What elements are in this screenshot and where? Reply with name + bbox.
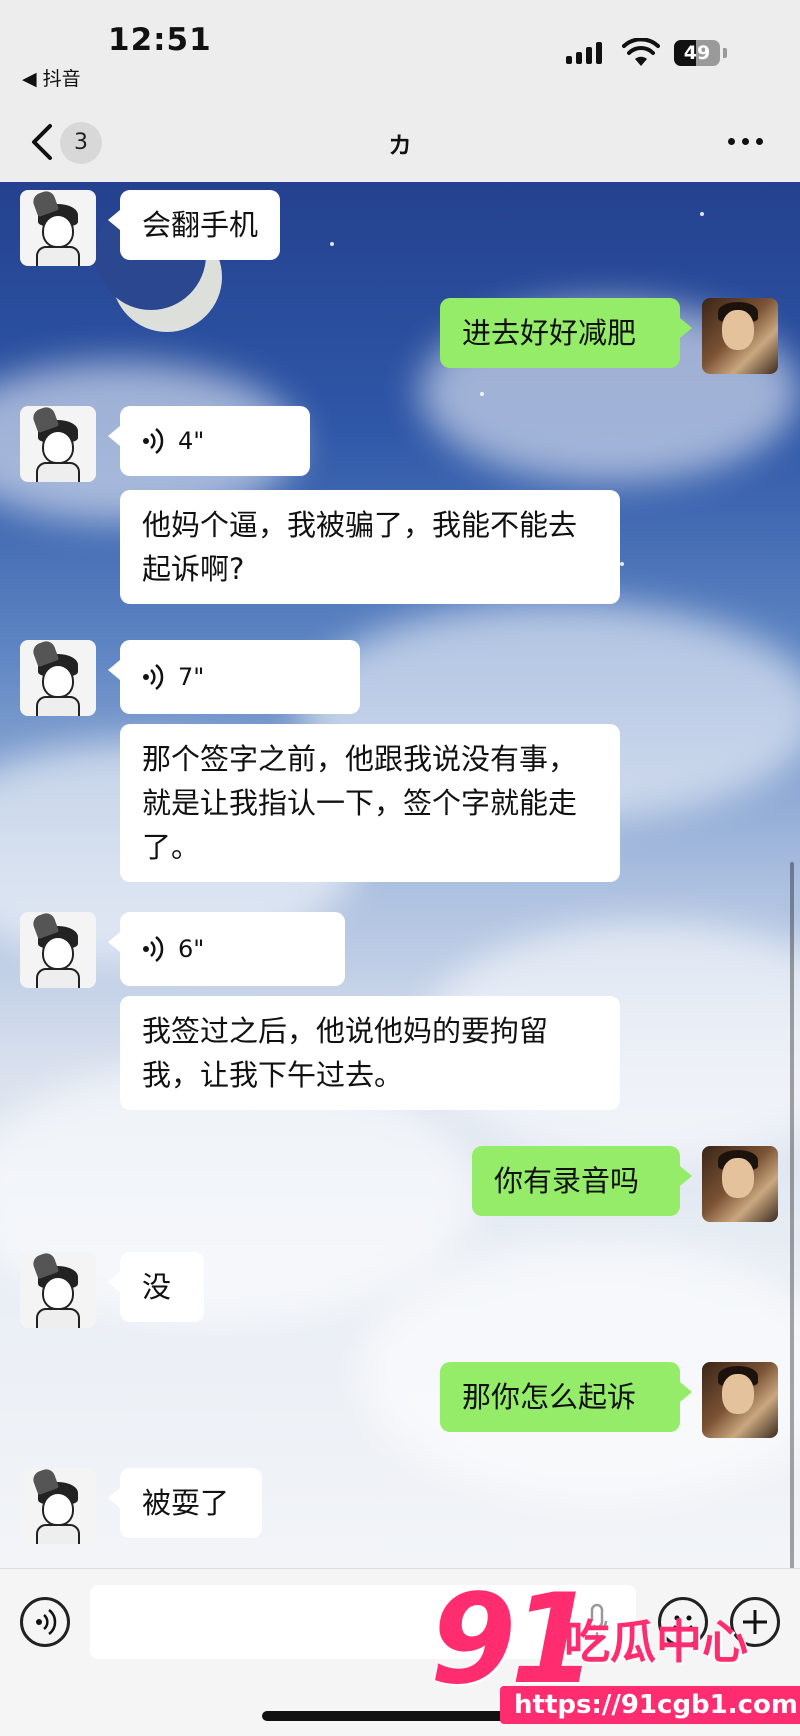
voice-mode-icon xyxy=(36,1609,57,1635)
voice-duration: 6" xyxy=(178,935,205,963)
message-bubble[interactable]: 我签过之后，他说他妈的要拘留我，让我下午过去。 xyxy=(120,996,620,1110)
watermark-url: https://91cgb1.com xyxy=(500,1686,800,1724)
status-bar: 12:51 ◀ 抖音 49 xyxy=(0,0,800,100)
voice-message[interactable]: 6" xyxy=(120,912,345,986)
battery-tip xyxy=(723,48,727,58)
self-avatar[interactable] xyxy=(702,1146,778,1222)
contact-avatar[interactable] xyxy=(20,1252,96,1328)
message-bubble[interactable]: 那个签字之前，他跟我说没有事，就是让我指认一下，签个字就能走了。 xyxy=(120,724,620,882)
more-options-icon[interactable] xyxy=(728,138,768,148)
message-bubble[interactable]: 被耍了 xyxy=(120,1468,262,1538)
battery-icon: 49 xyxy=(674,40,720,66)
voice-input-button[interactable] xyxy=(20,1597,70,1647)
watermark-text: 吃瓜中心 xyxy=(564,1615,748,1669)
chat-header: 3 カ xyxy=(0,100,800,182)
message-bubble-self[interactable]: 那你怎么起诉 xyxy=(440,1362,680,1432)
battery-level: 49 xyxy=(683,42,711,64)
voice-message[interactable]: 7" xyxy=(120,640,360,714)
message-bubble[interactable]: 他妈个逼，我被骗了，我能不能去起诉啊? xyxy=(120,490,620,604)
voice-wave-icon xyxy=(143,664,164,690)
message-bubble-self[interactable]: 你有录音吗 xyxy=(472,1146,680,1216)
cellular-signal-icon xyxy=(566,42,610,64)
contact-avatar[interactable] xyxy=(20,406,96,482)
message-bubble-self[interactable]: 进去好好减肥 xyxy=(440,298,680,368)
voice-duration: 4" xyxy=(178,427,205,455)
chat-scrollbar[interactable] xyxy=(790,862,794,1568)
voice-wave-icon xyxy=(143,936,164,962)
chat-title: カ xyxy=(388,133,412,159)
voice-message[interactable]: 4" xyxy=(120,406,310,476)
voice-wave-icon xyxy=(143,428,164,454)
voice-duration: 7" xyxy=(178,663,205,691)
self-avatar[interactable] xyxy=(702,1362,778,1438)
contact-avatar[interactable] xyxy=(20,912,96,988)
message-bubble[interactable]: 没 xyxy=(120,1252,204,1322)
status-time: 12:51 xyxy=(108,22,212,58)
message-bubble[interactable]: 会翻手机 xyxy=(120,190,281,260)
watermark-logo: 91 吃瓜中心 https://91cgb1.com xyxy=(430,1578,800,1736)
contact-avatar[interactable] xyxy=(20,1468,96,1544)
contact-avatar[interactable] xyxy=(20,190,96,266)
contact-avatar[interactable] xyxy=(20,640,96,716)
back-to-app-link[interactable]: ◀ 抖音 xyxy=(22,64,81,91)
self-avatar[interactable] xyxy=(702,298,778,374)
wifi-icon xyxy=(622,38,660,66)
chat-area[interactable]: 会翻手机 进去好好减肥 4" 他妈个逼，我被骗了，我能不能去起诉啊? 7" 那个… xyxy=(0,182,800,1568)
